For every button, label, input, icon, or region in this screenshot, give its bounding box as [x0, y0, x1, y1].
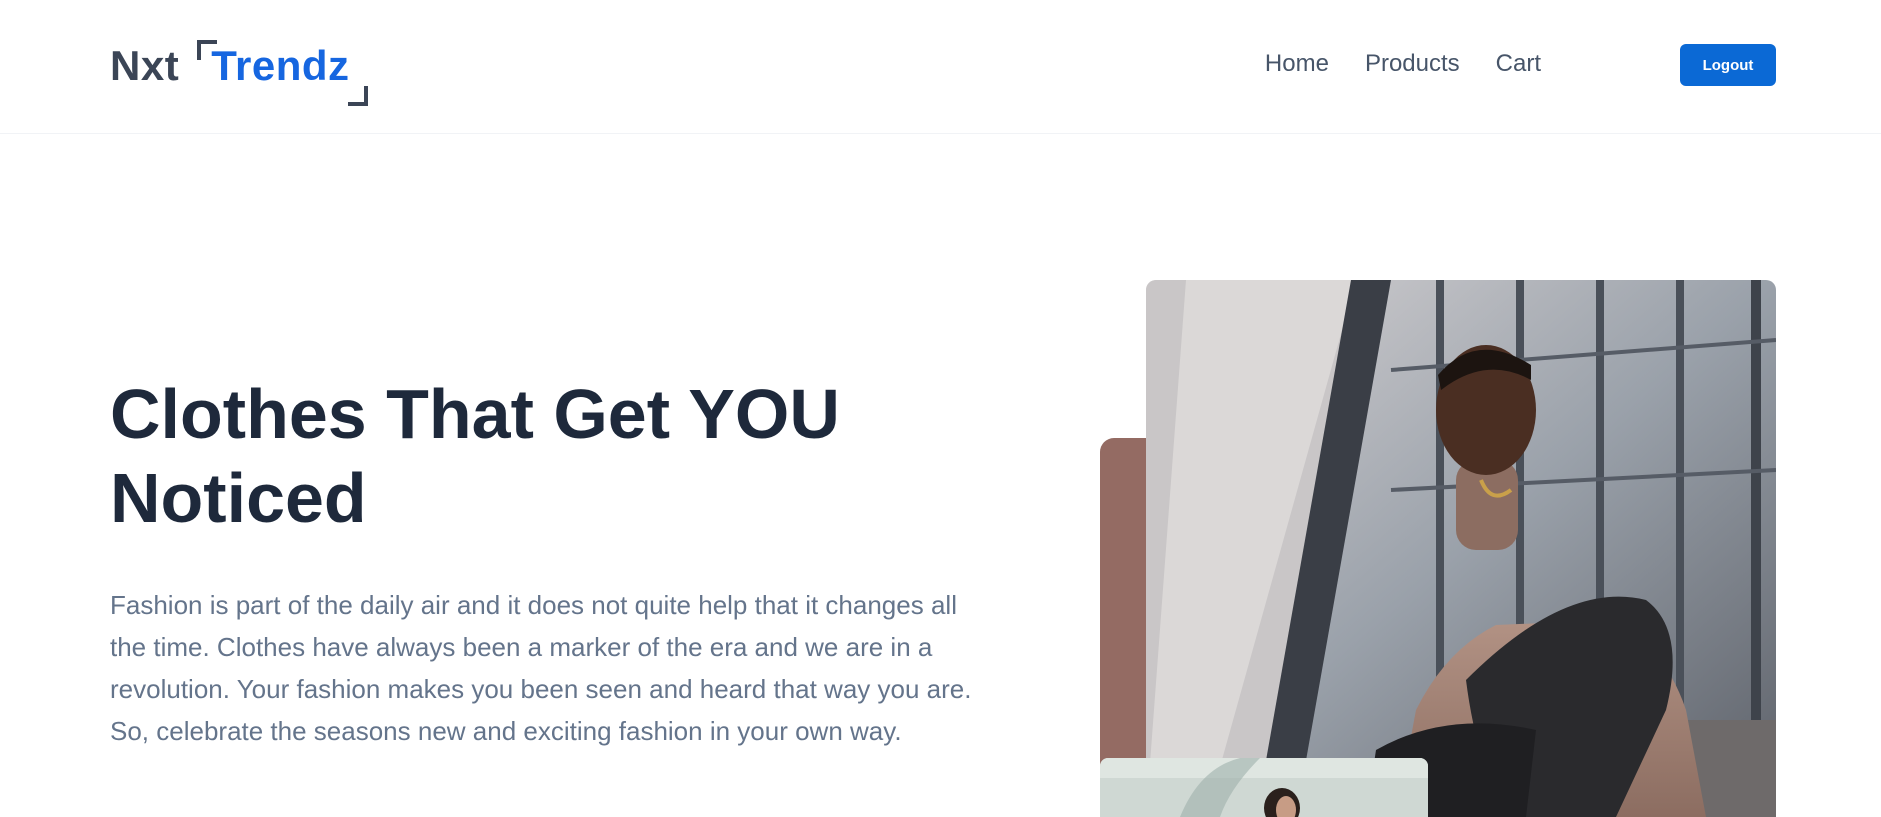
nav-link-home[interactable]: Home — [1265, 50, 1329, 78]
logo-bracket-bottom-right-icon — [347, 86, 368, 106]
hero-secondary-photo — [1100, 758, 1428, 817]
hero-description: Fashion is part of the daily air and it … — [110, 590, 972, 746]
nav-link-products[interactable]: Products — [1365, 50, 1460, 78]
nav-link-cart[interactable]: Cart — [1496, 50, 1541, 78]
hero-main-photo — [1146, 280, 1776, 817]
nav-menu: Home Products Cart — [1265, 50, 1541, 78]
hero-heading: Clothes That Get YOU Noticed — [110, 375, 840, 537]
website-logo[interactable]: Nxt Trendz — [110, 36, 368, 106]
logo-text-nxt: Nxt — [110, 42, 180, 89]
logo-trendz-wrap: Trendz — [197, 40, 368, 106]
hero-main-photo-illustration — [1146, 280, 1776, 817]
logo-text-trendz: Trendz — [211, 42, 350, 89]
navbar: Nxt Trendz Home Products Cart Logout — [0, 0, 1881, 134]
hero-secondary-photo-illustration — [1100, 758, 1428, 817]
logout-button[interactable]: Logout — [1680, 44, 1776, 86]
logo-bracket-top-left-icon — [197, 40, 218, 60]
